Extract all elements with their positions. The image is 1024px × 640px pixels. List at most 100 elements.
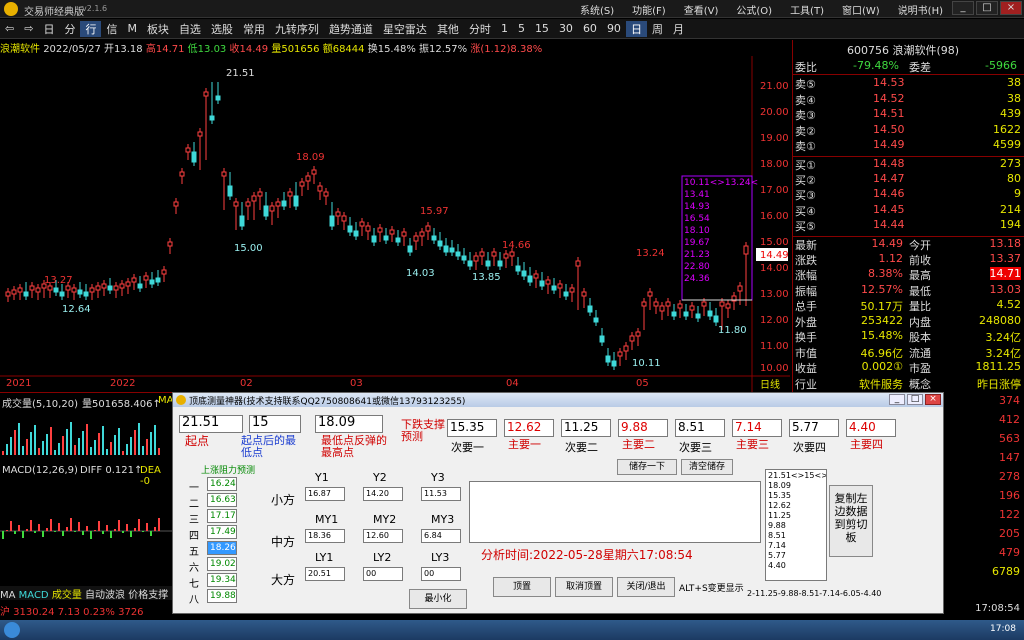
resistance-level-input[interactable]: 19.34 [207,573,237,587]
minimize-button[interactable]: _ [952,1,974,15]
toolbar-radar[interactable]: 星空雷达 [378,21,432,37]
period-1[interactable]: 1 [496,22,513,35]
start-point-input[interactable]: 21.51 [179,415,243,433]
toolbar-day[interactable]: 日 [38,21,59,37]
list-item[interactable]: 18.09 [768,481,826,491]
menu-formula[interactable]: 公式(O) [736,2,772,17]
toolbar-common[interactable]: 常用 [238,21,270,37]
grid-value-input[interactable]: 18.36 [305,529,345,543]
resistance-level-input[interactable]: 19.88 [207,589,237,603]
target-value-input[interactable]: 9.88 [618,419,668,437]
toolbar-nine[interactable]: 九转序列 [270,21,324,37]
resistance-level-input[interactable]: 16.63 [207,493,237,507]
candle-body [185,147,191,153]
period-month[interactable]: 月 [668,21,689,37]
list-item[interactable]: 8.51 [768,531,826,541]
target-value-input[interactable]: 15.35 [447,419,497,437]
target-value-input[interactable]: 8.51 [675,419,725,437]
list-item[interactable]: 11.25 [768,511,826,521]
box-line: 18.10 [684,226,710,236]
list-item[interactable]: 9.88 [768,521,826,531]
candle-body [167,241,173,247]
toolbar-trend[interactable]: 趋势通道 [324,21,378,37]
grid-value-input[interactable]: 14.20 [363,487,403,501]
values-list[interactable]: 21.51<>15<> 18.09 15.35 12.62 11.25 9.88 8.51 7… [765,469,827,581]
unpin-top-button[interactable]: 取消顶置 [555,577,613,597]
clear-save-button[interactable]: 清空储存 [681,459,733,475]
grid-value-input[interactable]: 00 [421,567,461,581]
tab-macd[interactable]: MACD [19,590,49,600]
period-60[interactable]: 60 [578,22,602,35]
menu-view[interactable]: 查看(V) [684,2,719,17]
period-5[interactable]: 5 [513,22,530,35]
target-label: 主要三 [736,438,769,451]
toolbar-info[interactable]: 信 [101,21,122,37]
tab-volume[interactable]: 成交量 [52,590,82,600]
toolbar-other[interactable]: 其他 [432,21,464,37]
minimize-dialog-button[interactable]: 最小化 [409,589,467,609]
period-day[interactable]: 日 [625,20,647,37]
low-after-start-input[interactable]: 15 [249,415,301,433]
save-button[interactable]: 储存一下 [617,459,677,475]
target-value-input[interactable]: 11.25 [561,419,611,437]
menu-function[interactable]: 功能(F) [632,2,666,17]
pin-top-button[interactable]: 顶置 [493,577,551,597]
target-value-input[interactable]: 12.62 [504,419,554,437]
kline-chart[interactable]: 21.00 20.00 19.00 18.00 17.00 16.00 15.0… [0,56,790,392]
tab-wave[interactable]: 自动波浪 [85,590,125,600]
menu-manual[interactable]: 说明书(H) [898,2,943,17]
notes-textarea[interactable] [469,481,761,543]
list-item[interactable]: 4.40 [768,561,826,571]
rebound-high-input[interactable]: 18.09 [315,415,383,433]
forward-icon[interactable]: ⇨ [19,22,38,35]
list-item[interactable]: 7.14 [768,541,826,551]
target-value-input[interactable]: 5.77 [789,419,839,437]
toolbar-sector[interactable]: 板块 [142,21,174,37]
list-item[interactable]: 21.51<>15<> [768,471,826,481]
close-exit-button[interactable]: 关闭/退出 [617,577,675,597]
toolbar-intraday[interactable]: 分时 [464,21,496,37]
toolbar-m[interactable]: M [122,22,142,35]
dialog-maximize-button[interactable]: □ [907,394,923,405]
side-volume: 374 [999,394,1020,407]
grid-value-input[interactable]: 12.60 [363,529,403,543]
copy-to-clipboard-button[interactable]: 复制左边数据到剪切板 [829,485,873,557]
menu-system[interactable]: 系统(S) [580,2,614,17]
toolbar-watchlist[interactable]: 自选 [174,21,206,37]
toolbar-min[interactable]: 分 [59,21,80,37]
list-item[interactable]: 5.77 [768,551,826,561]
toolbar-screener[interactable]: 选股 [206,21,238,37]
target-value-input[interactable]: 4.40 [846,419,896,437]
grid-value-input[interactable]: 6.84 [421,529,461,543]
candle-body [509,251,515,257]
start-icon[interactable] [4,622,20,638]
menu-tools[interactable]: 工具(T) [790,2,824,17]
back-icon[interactable]: ⇦ [0,22,19,35]
stat-label: 行业 [795,377,817,391]
grid-value-input[interactable]: 11.53 [421,487,461,501]
target-value-input[interactable]: 7.14 [732,419,782,437]
resistance-level-input[interactable]: 16.24 [207,477,237,491]
list-item[interactable]: 15.35 [768,491,826,501]
resistance-level-input[interactable]: 17.49 [207,525,237,539]
grid-value-input[interactable]: 16.87 [305,487,345,501]
menu-window[interactable]: 窗口(W) [842,2,880,17]
grid-value-input[interactable]: 00 [363,567,403,581]
grid-value-input[interactable]: 20.51 [305,567,345,581]
tab-ma[interactable]: MA [0,590,15,600]
resistance-level-input[interactable]: 19.02 [207,557,237,571]
close-button[interactable]: × [1000,1,1022,15]
dialog-minimize-button[interactable]: _ [889,394,905,405]
toolbar-quote[interactable]: 行 [80,20,102,37]
period-90[interactable]: 90 [602,22,626,35]
tab-support[interactable]: 价格支撑 [128,590,168,600]
resistance-level-input[interactable]: 18.26 [207,541,237,555]
list-item[interactable]: 12.62 [768,501,826,511]
period-15[interactable]: 15 [530,22,554,35]
resistance-level-input[interactable]: 17.17 [207,509,237,523]
period-30[interactable]: 30 [554,22,578,35]
dialog-titlebar[interactable]: 顶底测量神器(技术支持联系QQ2750808641或微信13793123255)… [173,393,943,407]
period-week[interactable]: 周 [647,21,668,37]
dialog-close-button[interactable]: × [925,394,941,405]
maximize-button[interactable]: □ [976,1,998,15]
